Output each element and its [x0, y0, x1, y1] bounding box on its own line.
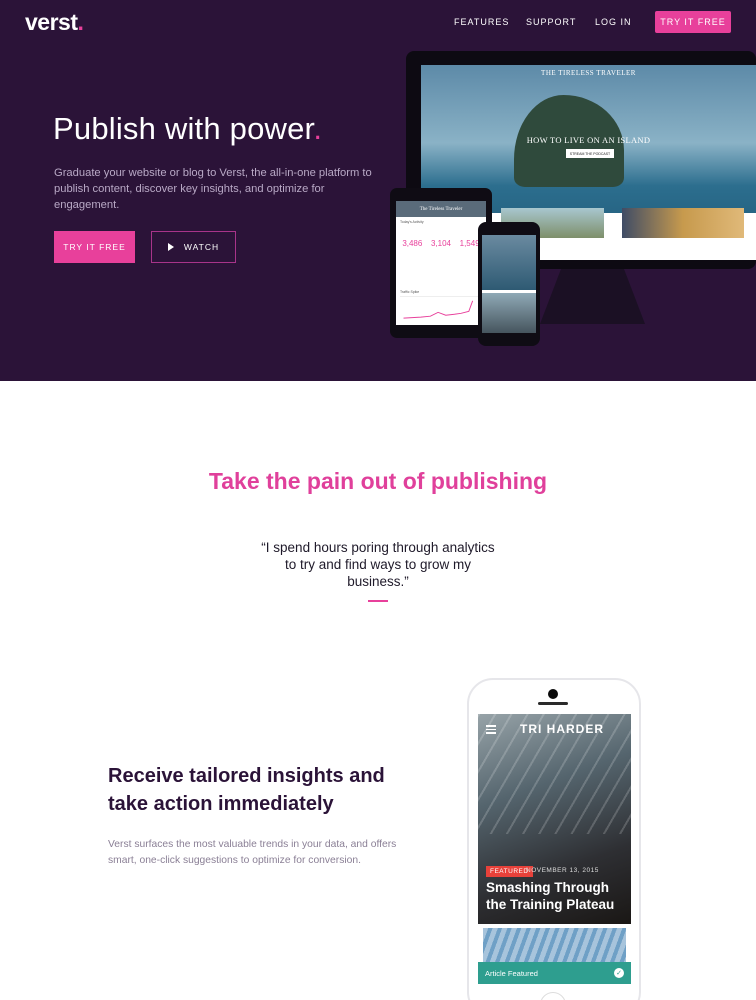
- phone-small-image-1: [482, 235, 536, 290]
- nav-try-it-free-button[interactable]: TRY IT FREE: [655, 11, 731, 33]
- article-headline[interactable]: Smashing Through the Training Plateau: [486, 879, 626, 913]
- tablet-activity-label: Today's Activity: [400, 220, 424, 224]
- quote-divider: [368, 600, 388, 602]
- notice-label: Article Featured: [485, 968, 538, 978]
- phone-app-title: TRI HARDER: [520, 722, 604, 736]
- brand-name: verst: [25, 9, 78, 35]
- hero-section: verst. FEATURES SUPPORT LOG IN TRY IT FR…: [0, 0, 756, 381]
- nav-features[interactable]: FEATURES: [454, 17, 509, 27]
- phone-small-mockup: [478, 222, 540, 346]
- monitor-site-name: THE TIRELESS TRAVELER: [541, 69, 636, 77]
- tablet-mockup: The Tireless Traveler Today's Activity 3…: [390, 188, 492, 338]
- phone-small-image-2: [482, 293, 536, 333]
- pain-section-title: Take the pain out of publishing: [208, 468, 548, 494]
- traffic-graph: [400, 296, 480, 319]
- nav-support[interactable]: SUPPORT: [526, 17, 576, 27]
- phone-screen: TRI HARDER FEATURED NOVEMBER 13, 2015 Sm…: [478, 714, 631, 984]
- phone-secondary-image: [483, 928, 626, 964]
- monitor-podcast-button: STREAM THE PODCAST: [566, 149, 614, 158]
- insights-section-title: Receive tailored insights and take actio…: [108, 765, 385, 815]
- hero-title: Publish with power.: [53, 111, 322, 147]
- nav-login[interactable]: LOG IN: [595, 17, 632, 27]
- insights-section-body: Verst surfaces the most valuable trends …: [108, 839, 397, 866]
- try-it-free-button[interactable]: TRY IT FREE: [54, 231, 135, 263]
- tablet-stat: 1,549: [459, 239, 480, 248]
- tablet-site-name: The Tireless Traveler: [396, 201, 486, 217]
- hamburger-menu-icon[interactable]: [486, 725, 496, 736]
- phone-speaker: [538, 702, 568, 705]
- play-icon: [167, 243, 174, 251]
- hero-title-text: Publish with power: [53, 111, 314, 146]
- article-date: NOVEMBER 13, 2015: [526, 867, 599, 874]
- phone-small-screen: [482, 235, 536, 333]
- tablet-stats: 3,486 3,104 1,549: [396, 227, 486, 250]
- watch-button-label: WATCH: [183, 242, 220, 252]
- tablet-screen: The Tireless Traveler Today's Activity 3…: [396, 201, 486, 325]
- article-featured-notice[interactable]: Article Featured ✓: [478, 962, 631, 984]
- monitor-stand: [540, 269, 645, 324]
- watch-button[interactable]: WATCH: [151, 231, 236, 263]
- brand-dot: .: [77, 9, 84, 35]
- hero-title-dot: .: [313, 111, 323, 146]
- monitor-headline: HOW TO LIVE ON AN ISLAND: [526, 135, 651, 145]
- monitor-thumbnail-2: [622, 208, 744, 238]
- phone-hero-image: TRI HARDER FEATURED NOVEMBER 13, 2015 Sm…: [478, 714, 631, 924]
- testimonial-quote: “I spend hours poring through analytics …: [261, 540, 495, 589]
- tablet-stat: 3,486: [402, 239, 423, 248]
- brand-logo[interactable]: verst.: [25, 9, 84, 36]
- check-icon: ✓: [614, 968, 624, 978]
- phone-camera: [548, 689, 558, 699]
- hero-subtitle: Graduate your website or blog to Verst, …: [54, 167, 372, 211]
- tablet-stat: 3,104: [430, 239, 451, 248]
